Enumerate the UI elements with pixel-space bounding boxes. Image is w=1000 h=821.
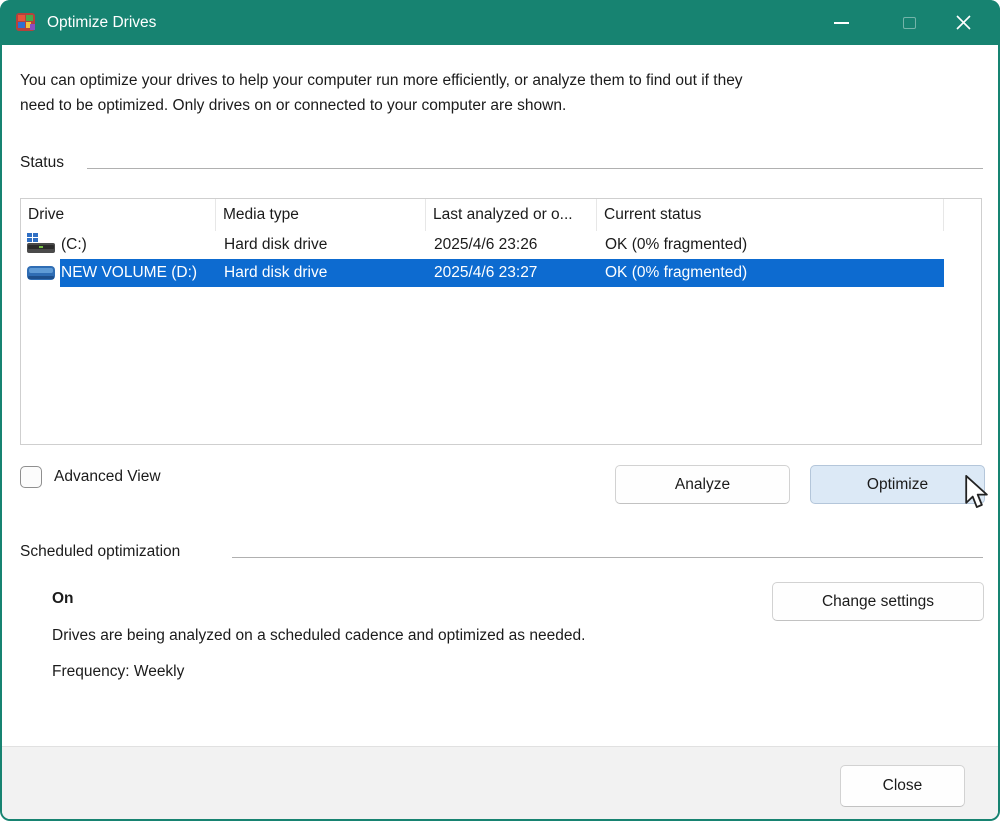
close-button[interactable]: Close [840,765,965,807]
window-title: Optimize Drives [47,0,156,45]
cell-current-status: OK (0% fragmented) [597,259,944,287]
cell-current-status: OK (0% fragmented) [597,231,944,259]
intro-text: You can optimize your drives to help you… [20,68,950,118]
analyze-button[interactable]: Analyze [615,465,790,504]
column-header-filler [944,199,981,231]
title-bar: Optimize Drives [0,0,1000,45]
status-section-label: Status [20,154,64,172]
change-settings-button[interactable]: Change settings [772,582,984,621]
close-window-button[interactable] [942,0,984,45]
column-header-current-status[interactable]: Current status [597,199,944,231]
advanced-view-row: Advanced View [20,466,161,488]
optimize-drives-window: Optimize Drives You can optimize your dr… [0,0,1000,821]
column-header-media-type[interactable]: Media type [216,199,426,231]
cell-drive: (C:) [21,231,216,259]
maximize-icon [903,17,916,29]
defrag-app-icon [15,11,37,33]
close-icon [956,15,971,30]
advanced-view-label: Advanced View [54,468,161,486]
minimize-icon [834,22,849,24]
cell-last-analyzed: 2025/4/6 23:26 [426,231,597,259]
maximize-button[interactable] [888,0,930,45]
scheduled-section-label: Scheduled optimization [20,543,180,561]
column-header-last-analyzed[interactable]: Last analyzed or o... [426,199,597,231]
minimize-button[interactable] [820,0,862,45]
cell-media-type: Hard disk drive [216,259,426,287]
optimize-button[interactable]: Optimize [810,465,985,504]
column-header-drive[interactable]: Drive [21,199,216,231]
scheduled-frequency: Frequency: Weekly [52,663,184,681]
dialog-footer: Close [2,746,998,819]
intro-line-2: need to be optimized. Only drives on or … [20,93,950,118]
scheduled-state: On [52,590,74,608]
intro-line-1: You can optimize your drives to help you… [20,68,950,93]
table-row-drive-d-selected[interactable]: NEW VOLUME (D:) Hard disk drive 2025/4/6… [21,259,981,287]
dialog-body: You can optimize your drives to help you… [2,45,998,819]
drive-list: Drive Media type Last analyzed or o... C… [20,198,982,445]
scheduled-divider [232,557,983,558]
advanced-view-checkbox[interactable] [20,466,42,488]
drive-list-header: Drive Media type Last analyzed or o... C… [21,199,981,231]
table-row-drive-c[interactable]: (C:) Hard disk drive 2025/4/6 23:26 OK (… [21,231,981,259]
scheduled-description: Drives are being analyzed on a scheduled… [52,627,585,645]
cell-last-analyzed: 2025/4/6 23:27 [426,259,597,287]
status-divider [87,168,983,169]
cell-media-type: Hard disk drive [216,231,426,259]
cell-drive: NEW VOLUME (D:) [21,259,216,287]
mouse-cursor-icon [964,475,990,511]
